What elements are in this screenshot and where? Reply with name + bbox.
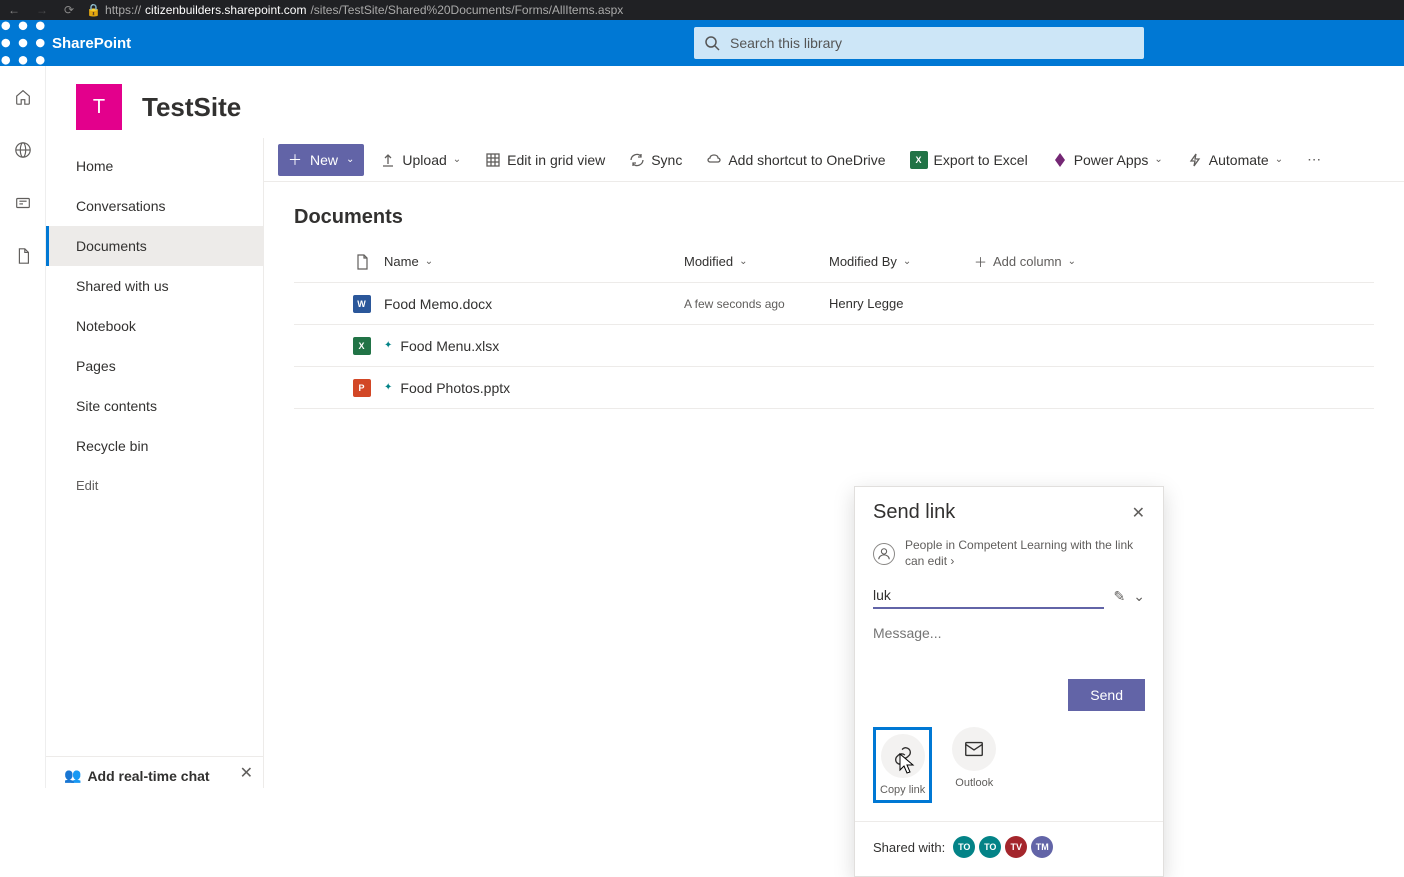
name-column[interactable]: Name⌄ xyxy=(384,254,684,269)
grid-view-button[interactable]: Edit in grid view xyxy=(477,144,613,176)
file-name: Food Memo.docx xyxy=(384,296,492,312)
more-button[interactable]: ⋯ xyxy=(1299,144,1329,176)
lock-icon: 🔒 xyxy=(86,3,101,17)
avatar[interactable]: TO xyxy=(953,836,975,858)
forward-icon[interactable]: → xyxy=(36,3,48,17)
excel-icon: X xyxy=(910,151,928,169)
add-column[interactable]: ＋Add column⌄ xyxy=(974,252,1114,271)
browser-chrome: ← → ⟳ 🔒 https://citizenbuilders.sharepoi… xyxy=(0,0,1404,20)
chat-promo-title: Add real-time chat xyxy=(87,768,209,784)
search-input[interactable]: Search this library xyxy=(694,27,1144,59)
chevron-down-icon: ⌄ xyxy=(346,154,354,165)
modified-date: A few seconds ago xyxy=(684,297,829,311)
chevron-right-icon: › xyxy=(950,554,954,568)
excel-icon: X xyxy=(353,337,371,355)
library-title: Documents xyxy=(264,182,1404,241)
nav-item-recycle-bin[interactable]: Recycle bin xyxy=(46,426,263,466)
nav-item-site-contents[interactable]: Site contents xyxy=(46,386,263,426)
message-input[interactable] xyxy=(873,625,1145,675)
nav-item-documents[interactable]: Documents xyxy=(46,226,263,266)
modified-column[interactable]: Modified⌄ xyxy=(684,254,829,269)
site-header: T TestSite xyxy=(46,66,1404,138)
plus-icon: ＋ xyxy=(288,150,302,170)
automate-button[interactable]: Automate ⌄ xyxy=(1179,144,1291,176)
chevron-down-icon: ⌄ xyxy=(453,154,461,165)
app-name[interactable]: SharePoint xyxy=(46,35,131,52)
recipient-input[interactable] xyxy=(873,583,1104,609)
modified-by: Henry Legge xyxy=(829,296,974,311)
new-indicator-icon: ✦ xyxy=(384,340,392,351)
powerapps-button[interactable]: Power Apps ⌄ xyxy=(1044,144,1171,176)
outlook-button[interactable]: Outlook xyxy=(952,727,996,803)
back-icon[interactable]: ← xyxy=(8,3,20,17)
table-header: Name⌄ Modified⌄ Modified By⌄ ＋Add column… xyxy=(294,241,1374,283)
nav-item-conversations[interactable]: Conversations xyxy=(46,186,263,226)
nav-item-notebook[interactable]: Notebook xyxy=(46,306,263,346)
command-bar: ＋ New ⌄ Upload ⌄ Edit in grid view xyxy=(264,138,1404,182)
table-row[interactable]: W Food Memo.docx A few seconds agoHenry Le… xyxy=(294,283,1374,325)
app-rail xyxy=(0,66,46,788)
table-row[interactable]: P ✦ Food Photos.pptx xyxy=(294,367,1374,409)
chat-promo: ✕ 👥 Add real-time chat xyxy=(46,756,263,788)
word-icon: W xyxy=(353,295,371,313)
reload-icon[interactable]: ⟳ xyxy=(64,3,74,17)
document-table: Name⌄ Modified⌄ Modified By⌄ ＋Add column… xyxy=(264,241,1404,409)
nav-item-shared-with-us[interactable]: Shared with us xyxy=(46,266,263,306)
chevron-down-icon[interactable]: ⌄ xyxy=(1133,588,1145,605)
site-title: TestSite xyxy=(142,92,241,123)
chevron-down-icon: ⌄ xyxy=(1154,154,1162,165)
chevron-down-icon: ⌄ xyxy=(1275,154,1283,165)
shortcut-button[interactable]: Add shortcut to OneDrive xyxy=(698,144,893,176)
close-icon[interactable]: ✕ xyxy=(1132,503,1145,523)
edit-icon[interactable]: ✎ xyxy=(1114,588,1126,605)
upload-button[interactable]: Upload ⌄ xyxy=(372,144,469,176)
file-name: Food Menu.xlsx xyxy=(400,338,499,354)
file-name: Food Photos.pptx xyxy=(400,380,510,396)
suite-header: SharePoint Search this library xyxy=(0,20,1404,66)
send-button[interactable]: Send xyxy=(1068,679,1145,711)
avatar[interactable]: TM xyxy=(1031,836,1053,858)
avatar[interactable]: TO xyxy=(979,836,1001,858)
search-placeholder: Search this library xyxy=(730,35,842,51)
files-icon[interactable] xyxy=(14,247,32,270)
copy-link-button[interactable]: Copy link xyxy=(873,727,932,803)
news-icon[interactable] xyxy=(14,194,32,217)
people-icon xyxy=(873,543,895,565)
site-logo[interactable]: T xyxy=(76,84,122,130)
ppt-icon: P xyxy=(353,379,371,397)
nav-item-home[interactable]: Home xyxy=(46,146,263,186)
export-excel-button[interactable]: X Export to Excel xyxy=(902,144,1036,176)
teams-icon: 👥 xyxy=(64,767,81,784)
shared-with-row: Shared with: TOTOTVTM xyxy=(855,822,1163,876)
url-bar[interactable]: 🔒 https://citizenbuilders.sharepoint.com… xyxy=(86,3,623,17)
send-link-dialog: Send link ✕ People in Competent Learning… xyxy=(854,486,1164,877)
file-type-column[interactable] xyxy=(339,254,384,270)
close-icon[interactable]: ✕ xyxy=(240,763,253,783)
nav-edit[interactable]: Edit xyxy=(46,466,263,505)
modified-by-column[interactable]: Modified By⌄ xyxy=(829,254,974,269)
dialog-title: Send link xyxy=(873,501,955,524)
table-row[interactable]: X ✦ Food Menu.xlsx xyxy=(294,325,1374,367)
new-indicator-icon: ✦ xyxy=(384,382,392,393)
link-scope-button[interactable]: People in Competent Learning with the li… xyxy=(855,534,1163,583)
home-icon[interactable] xyxy=(14,88,32,111)
avatar[interactable]: TV xyxy=(1005,836,1027,858)
globe-icon[interactable] xyxy=(14,141,32,164)
app-launcher-icon[interactable] xyxy=(0,20,46,66)
sync-button[interactable]: Sync xyxy=(621,144,690,176)
new-button[interactable]: ＋ New ⌄ xyxy=(278,144,364,176)
nav-item-pages[interactable]: Pages xyxy=(46,346,263,386)
site-nav: HomeConversationsDocumentsShared with us… xyxy=(46,138,264,788)
